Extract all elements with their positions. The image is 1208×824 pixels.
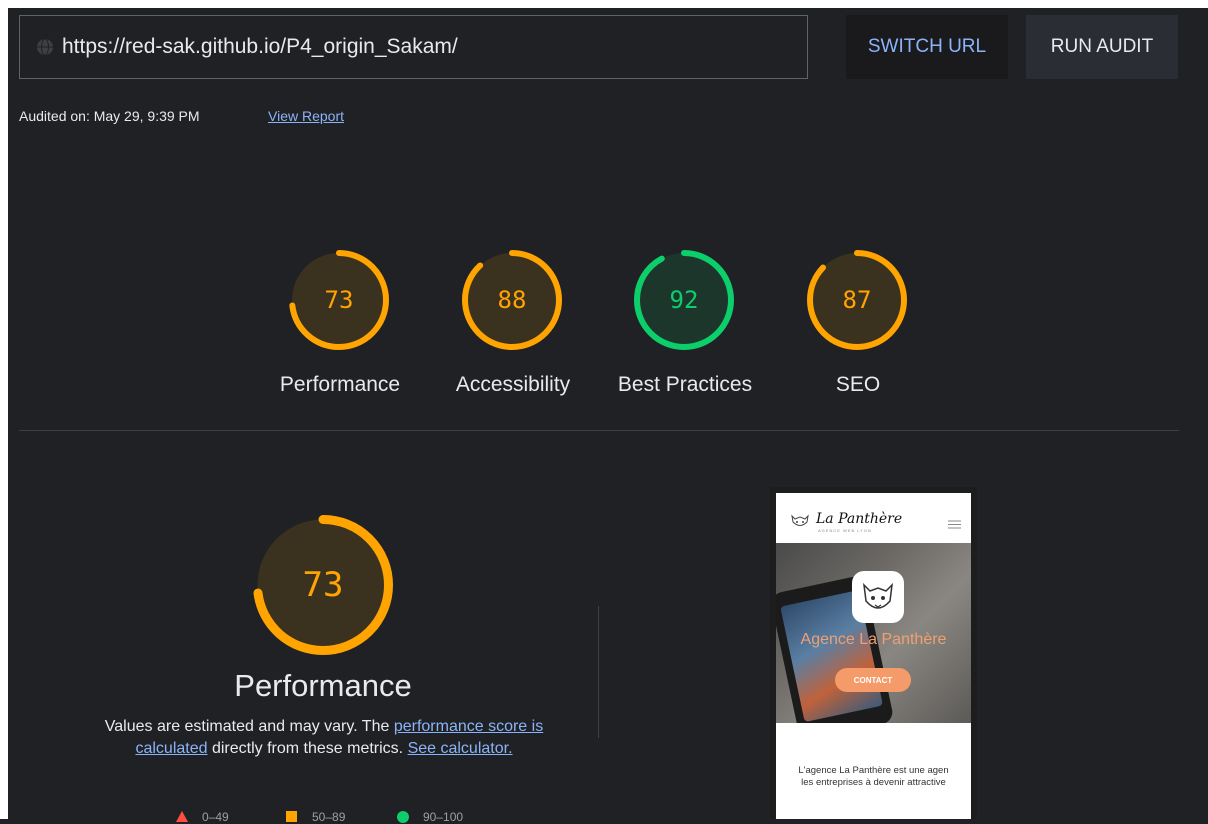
hero-panther-logo-icon xyxy=(852,571,904,623)
window-frame-top xyxy=(0,0,1208,8)
square-icon xyxy=(286,811,297,822)
contact-button: CONTACT xyxy=(835,668,911,692)
hamburger-menu-icon xyxy=(948,520,961,529)
gauge-performance[interactable]: 73 xyxy=(289,250,389,350)
gauge-label: Accessibility xyxy=(455,373,571,396)
legend-item: 90–100 xyxy=(397,810,463,824)
see-calculator-link[interactable]: See calculator. xyxy=(408,740,513,757)
run-audit-button[interactable]: RUN AUDIT xyxy=(1026,15,1178,79)
gauge-score: 87 xyxy=(842,286,872,314)
legend-item: 0–49 xyxy=(176,810,229,824)
legend-item: 50–89 xyxy=(286,810,345,824)
performance-description: Values are estimated and may vary. The p… xyxy=(96,716,552,760)
performance-detail-title: Performance xyxy=(234,668,412,703)
site-name: La Panthère xyxy=(816,511,903,527)
gauge-label: SEO xyxy=(835,373,881,396)
url-text: https://red-sak.github.io/P4_origin_Saka… xyxy=(62,35,458,58)
gauge-score: 88 xyxy=(497,286,527,314)
gauge-label: Performance xyxy=(279,373,401,396)
window-frame-left xyxy=(0,0,8,819)
performance-detail-score: 73 xyxy=(302,565,344,605)
triangle-icon xyxy=(176,811,188,822)
url-input[interactable]: https://red-sak.github.io/P4_origin_Saka… xyxy=(19,15,808,79)
panther-logo-icon xyxy=(791,514,809,526)
audited-on-text: Audited on: May 29, 9:39 PM xyxy=(19,108,200,124)
gauge-best-practices[interactable]: 92 xyxy=(634,250,734,350)
site-tagline: AGENCE WEB LYON xyxy=(818,528,872,533)
switch-url-button[interactable]: SWITCH URL xyxy=(846,15,1008,79)
site-text-line: les entreprises à devenir attractive xyxy=(801,777,946,788)
gauge-seo[interactable]: 87 xyxy=(807,250,907,350)
gauge-score: 92 xyxy=(669,286,699,314)
gauge-accessibility[interactable]: 88 xyxy=(462,250,562,350)
view-report-link[interactable]: View Report xyxy=(268,108,344,124)
vertical-divider xyxy=(598,606,599,738)
site-intro-text: L'agence La Panthère est une agen les en… xyxy=(776,765,971,789)
circle-icon xyxy=(397,811,409,823)
desc-text-mid: directly from these metrics. xyxy=(207,740,408,757)
site-hero: Agence La Panthère CONTACT xyxy=(776,543,971,723)
legend-range: 50–89 xyxy=(312,810,346,824)
desc-text-prefix: Values are estimated and may vary. The xyxy=(104,718,394,735)
gauge-score: 73 xyxy=(324,286,354,314)
legend-range: 90–100 xyxy=(423,810,464,824)
site-header: La Panthère AGENCE WEB LYON xyxy=(776,493,971,543)
legend-range: 0–49 xyxy=(202,810,229,824)
screenshot-page: La Panthère AGENCE WEB LYON Agence La Pa… xyxy=(776,493,971,819)
performance-detail-gauge: 73 xyxy=(253,515,393,655)
site-text-line: L'agence La Panthère est une agen xyxy=(798,765,949,776)
gauge-label: Best Practices xyxy=(617,373,753,396)
globe-icon xyxy=(36,38,54,56)
hero-title: Agence La Panthère xyxy=(800,631,947,648)
section-divider xyxy=(19,430,1179,431)
page-screenshot: La Panthère AGENCE WEB LYON Agence La Pa… xyxy=(770,487,977,819)
